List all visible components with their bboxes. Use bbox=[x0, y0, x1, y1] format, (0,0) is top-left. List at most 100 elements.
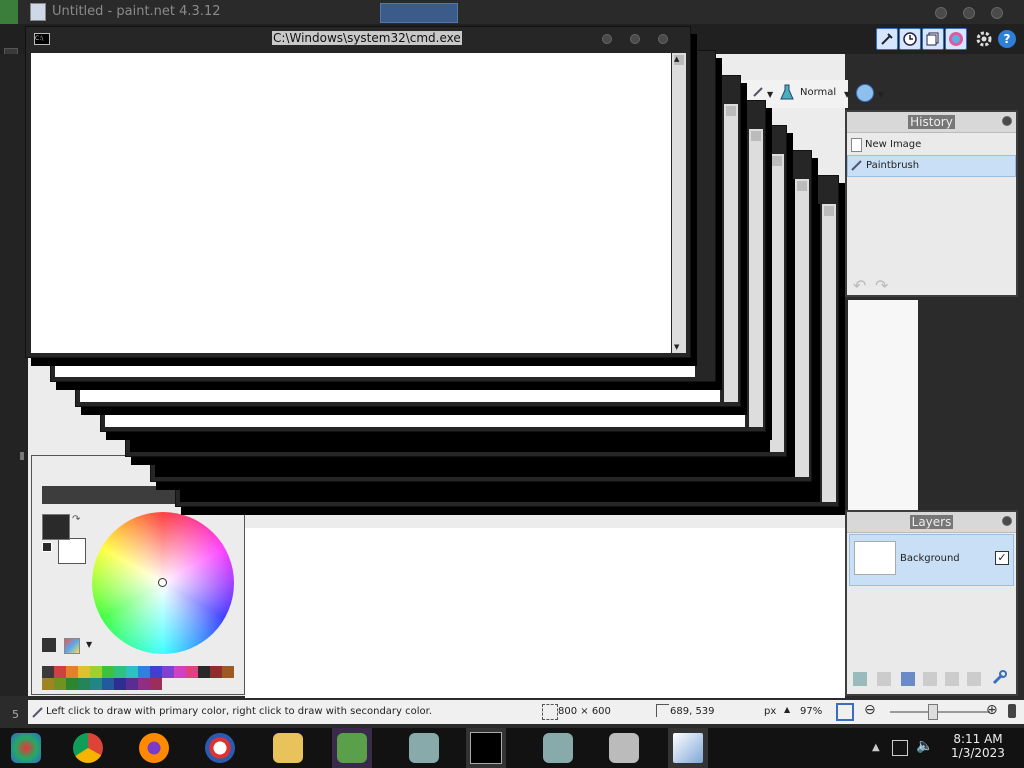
blend-mode-select[interactable]: Normal bbox=[800, 87, 836, 98]
left-splitter-grip[interactable] bbox=[20, 452, 24, 460]
zoom-slider-thumb[interactable] bbox=[928, 704, 938, 720]
history-item-paintbrush[interactable]: Paintbrush bbox=[847, 155, 1016, 177]
palette-swatch-dark[interactable] bbox=[150, 678, 162, 690]
zoom-slider[interactable] bbox=[890, 711, 990, 713]
cmd-titlebar[interactable]: C:\ C:\Windows\system32\cmd.exe bbox=[26, 27, 690, 51]
help-icon[interactable]: ? bbox=[998, 30, 1016, 48]
reset-colors-icon[interactable] bbox=[42, 542, 52, 552]
palette-swatch-dark[interactable] bbox=[222, 666, 234, 678]
antialias-dropdown-icon[interactable]: ▼ bbox=[878, 90, 884, 99]
blend-mode-dropdown-icon[interactable]: ▼ bbox=[844, 90, 850, 99]
tray-overflow-icon[interactable]: ▲ bbox=[872, 742, 880, 753]
color-wheel-cursor[interactable] bbox=[158, 578, 167, 587]
layer-properties-icon[interactable] bbox=[991, 670, 1007, 686]
layers-close-button[interactable] bbox=[1002, 516, 1012, 526]
zoom-to-window-icon[interactable] bbox=[836, 703, 854, 721]
palette-swatch[interactable] bbox=[186, 666, 198, 678]
palette-swatch-dark[interactable] bbox=[78, 678, 90, 690]
add-layer-icon[interactable] bbox=[853, 672, 867, 686]
clock[interactable]: 8:11 AM 1/3/2023 bbox=[940, 732, 1016, 760]
cmd-scrollbar[interactable] bbox=[724, 104, 738, 402]
brush-dropdown-icon[interactable]: ▼ bbox=[767, 90, 773, 99]
tools-window-button[interactable] bbox=[876, 28, 898, 50]
cmd-scrollbar[interactable]: ▲ ▼ bbox=[672, 53, 686, 353]
network-icon[interactable] bbox=[892, 740, 908, 756]
maximize-button[interactable] bbox=[963, 7, 975, 19]
taskbar-paintnet[interactable] bbox=[668, 728, 708, 768]
history-close-button[interactable] bbox=[1002, 116, 1012, 126]
minimize-button[interactable] bbox=[602, 34, 612, 44]
palette-swatch[interactable] bbox=[102, 666, 114, 678]
palette-swatch[interactable] bbox=[90, 666, 102, 678]
primary-color-swatch[interactable] bbox=[42, 514, 70, 540]
scroll-down-icon[interactable]: ▼ bbox=[674, 343, 679, 351]
taskbar-app-10[interactable] bbox=[604, 728, 644, 768]
cmd-scrollbar[interactable] bbox=[749, 129, 763, 427]
move-layer-up-icon[interactable] bbox=[945, 672, 959, 686]
paintnet-image-tab[interactable] bbox=[380, 3, 458, 23]
zoom-out-icon[interactable]: ⊖ bbox=[864, 702, 876, 718]
units-select[interactable]: px bbox=[764, 706, 776, 717]
palette-swatch[interactable] bbox=[174, 666, 186, 678]
layer-visibility-checkbox[interactable]: ✓ bbox=[995, 551, 1009, 565]
palette-swatch[interactable] bbox=[66, 666, 78, 678]
palette-swatch[interactable] bbox=[78, 666, 90, 678]
palette-swatch-dark[interactable] bbox=[126, 678, 138, 690]
palette-swatch-dark[interactable] bbox=[138, 678, 150, 690]
layer-row-background[interactable]: Background ✓ bbox=[849, 534, 1014, 586]
redo-icon[interactable]: ↷ bbox=[875, 276, 888, 295]
taskbar-app-6[interactable] bbox=[332, 728, 372, 768]
palette-swatch[interactable] bbox=[150, 666, 162, 678]
palette-menu-icon[interactable] bbox=[64, 638, 80, 654]
palette-swatch-dark[interactable] bbox=[90, 678, 102, 690]
swap-colors-icon[interactable]: ↷ bbox=[72, 514, 80, 525]
palette-swatch-dark[interactable] bbox=[66, 678, 78, 690]
settings-gear-icon[interactable] bbox=[975, 30, 993, 48]
palette-swatch-dark[interactable] bbox=[198, 666, 210, 678]
zoom-level[interactable]: 97% bbox=[800, 706, 822, 717]
palette-swatch-dark[interactable] bbox=[114, 678, 126, 690]
colors-window-button[interactable] bbox=[945, 28, 967, 50]
cmd-console-area[interactable] bbox=[31, 53, 671, 353]
palette-dropdown-icon[interactable]: ▼ bbox=[86, 640, 92, 649]
taskbar-chrome[interactable] bbox=[68, 728, 108, 768]
taskbar-app-7[interactable] bbox=[404, 728, 444, 768]
palette-swatch[interactable] bbox=[54, 666, 66, 678]
delete-layer-icon[interactable] bbox=[877, 672, 891, 686]
brush-icon[interactable] bbox=[752, 86, 764, 98]
color-wheel[interactable] bbox=[92, 512, 234, 654]
taskbar-file-explorer[interactable] bbox=[268, 728, 308, 768]
taskbar-firefox[interactable] bbox=[134, 728, 174, 768]
close-button[interactable] bbox=[991, 7, 1003, 19]
palette-swatch-dark[interactable] bbox=[102, 678, 114, 690]
image-canvas[interactable] bbox=[245, 528, 845, 698]
taskbar-cmd[interactable] bbox=[466, 728, 506, 768]
undo-icon[interactable]: ↶ bbox=[853, 276, 866, 295]
palette-swatch[interactable] bbox=[42, 666, 54, 678]
close-button[interactable] bbox=[658, 34, 668, 44]
history-window-button[interactable] bbox=[899, 28, 921, 50]
cmd-scrollbar[interactable] bbox=[795, 179, 809, 477]
status-scrollbar[interactable] bbox=[1008, 704, 1016, 718]
maximize-button[interactable] bbox=[630, 34, 640, 44]
left-app-icon[interactable] bbox=[0, 0, 18, 24]
secondary-color-swatch[interactable] bbox=[58, 538, 86, 564]
palette-swatch[interactable] bbox=[126, 666, 138, 678]
taskbar-app-9[interactable] bbox=[538, 728, 578, 768]
add-to-palette-icon[interactable] bbox=[42, 638, 56, 652]
minimize-button[interactable] bbox=[935, 7, 947, 19]
palette-swatch[interactable] bbox=[114, 666, 126, 678]
layers-window-button[interactable] bbox=[922, 28, 944, 50]
scroll-up-icon[interactable]: ▲ bbox=[674, 55, 679, 63]
taskbar-app-4[interactable] bbox=[200, 728, 240, 768]
palette-swatch-dark[interactable] bbox=[210, 666, 222, 678]
antialias-icon[interactable] bbox=[856, 84, 874, 102]
zoom-in-icon[interactable]: ⊕ bbox=[986, 702, 998, 718]
history-item-new-image[interactable]: New Image bbox=[847, 135, 1016, 155]
units-dropdown-icon[interactable]: ▲ bbox=[784, 705, 790, 714]
duplicate-layer-icon[interactable] bbox=[901, 672, 915, 686]
merge-layer-icon[interactable] bbox=[923, 672, 937, 686]
palette-swatch-dark[interactable] bbox=[42, 678, 54, 690]
cmd-window-front[interactable]: C:\ C:\Windows\system32\cmd.exe ▲ ▼ bbox=[25, 26, 691, 358]
palette-swatch[interactable] bbox=[138, 666, 150, 678]
